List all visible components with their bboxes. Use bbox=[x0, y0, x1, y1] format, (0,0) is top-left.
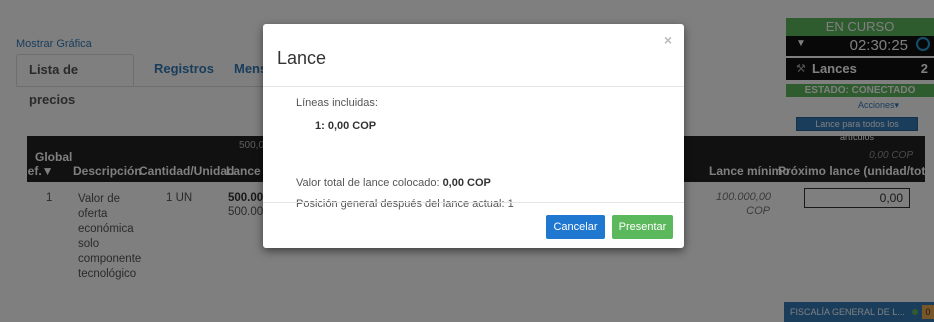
total-bid-label: Valor total de lance colocado: bbox=[296, 177, 440, 189]
included-lines-label: Líneas incluidas: bbox=[296, 97, 378, 109]
cancel-button[interactable]: Cancelar bbox=[546, 215, 605, 239]
bid-modal: Lance × Líneas incluidas: 1: 0,00 COP Va… bbox=[263, 24, 684, 248]
included-line-item: 1: 0,00 COP bbox=[315, 120, 377, 132]
total-bid-text: Valor total de lance colocado: 0,00 COP bbox=[296, 177, 491, 189]
modal-header: Lance × bbox=[263, 24, 684, 87]
modal-body: Líneas incluidas: 1: 0,00 COP Valor tota… bbox=[263, 87, 684, 210]
modal-title: Lance bbox=[277, 48, 327, 68]
modal-footer: Cancelar Presentar bbox=[263, 202, 684, 249]
total-bid-value: 0,00 COP bbox=[442, 177, 491, 189]
submit-button[interactable]: Presentar bbox=[612, 215, 673, 239]
close-icon[interactable]: × bbox=[664, 32, 672, 48]
